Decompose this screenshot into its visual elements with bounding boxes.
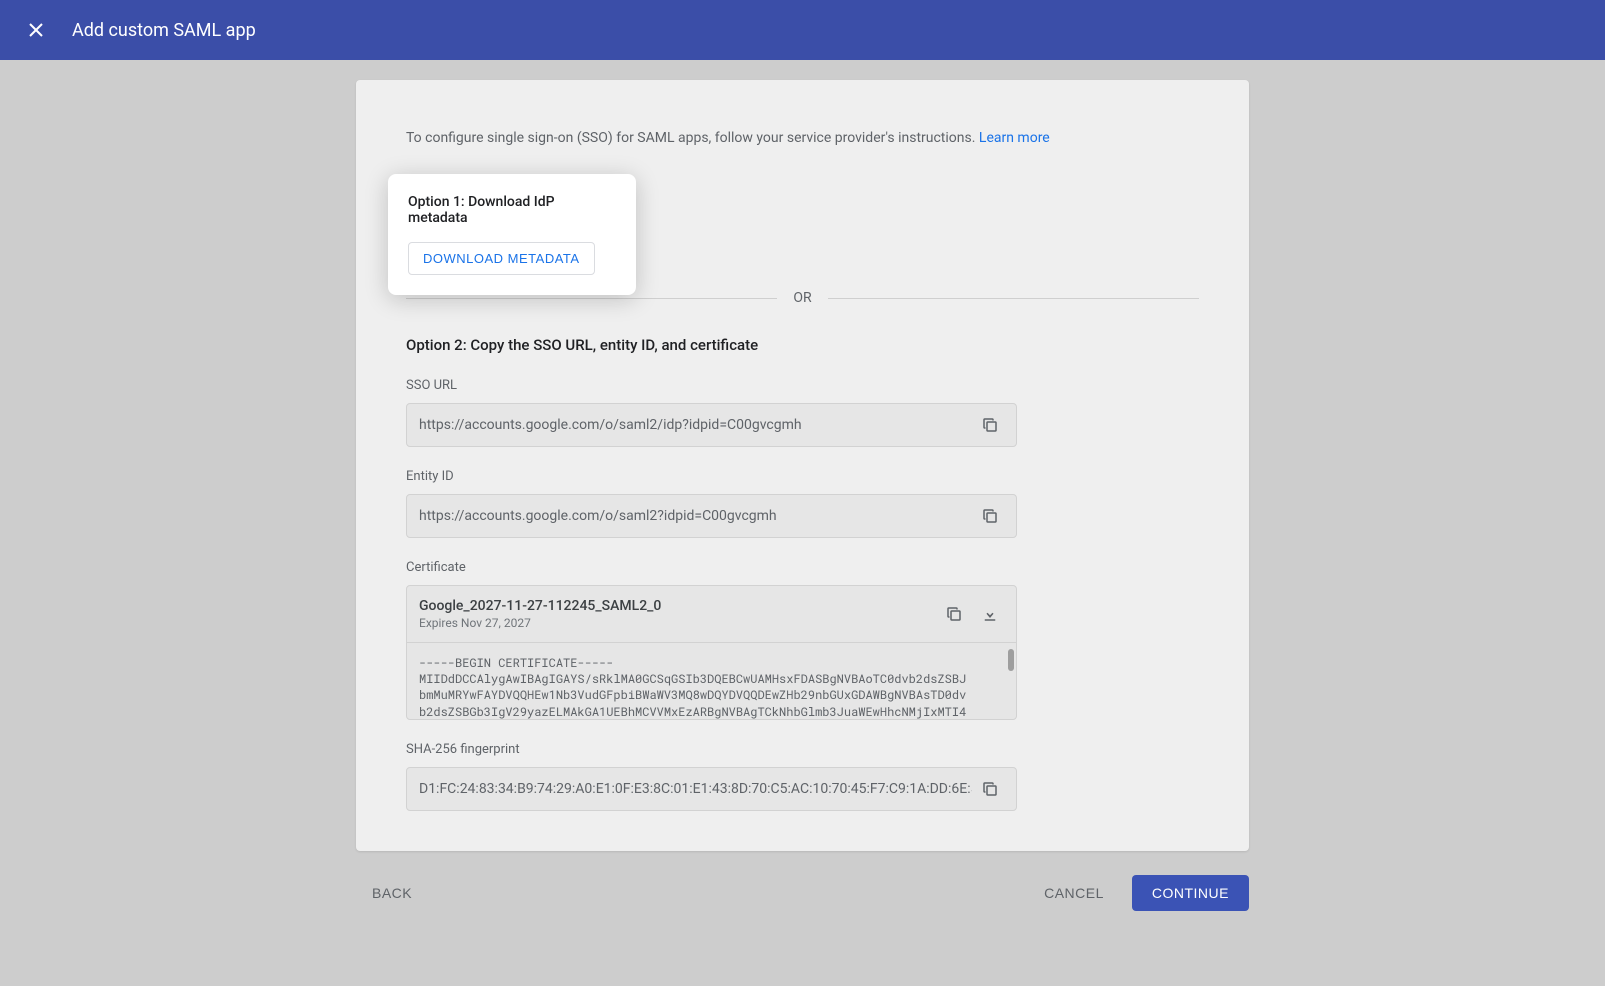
intro-text: To configure single sign-on (SSO) for SA… <box>406 130 1199 146</box>
certificate-text: -----BEGIN CERTIFICATE----- MIIDdDCCAlyg… <box>419 655 966 719</box>
copy-entity-id-button[interactable] <box>972 498 1008 534</box>
close-icon <box>28 22 44 38</box>
option1-popover: Option 1: Download IdP metadata DOWNLOAD… <box>388 174 636 295</box>
fingerprint-field: D1:FC:24:83:34:B9:74:29:A0:E1:0F:E3:8C:0… <box>406 767 1017 811</box>
app-header: Add custom SAML app <box>0 0 1605 60</box>
fingerprint-label: SHA-256 fingerprint <box>406 742 1199 757</box>
entity-id-label: Entity ID <box>406 469 1199 484</box>
divider-text: OR <box>777 290 827 306</box>
divider-line-right <box>828 298 1199 299</box>
option1-title: Option 1: Download IdP metadata <box>408 194 616 226</box>
download-metadata-button[interactable]: DOWNLOAD METADATA <box>408 242 595 275</box>
footer: BACK CANCEL CONTINUE <box>356 851 1249 935</box>
certificate-body[interactable]: -----BEGIN CERTIFICATE----- MIIDdDCCAlyg… <box>407 643 1016 719</box>
download-certificate-button[interactable] <box>972 596 1008 632</box>
sso-url-label: SSO URL <box>406 378 1199 393</box>
main-card: To configure single sign-on (SSO) for SA… <box>356 80 1249 851</box>
back-button[interactable]: BACK <box>356 877 428 909</box>
fingerprint-value: D1:FC:24:83:34:B9:74:29:A0:E1:0F:E3:8C:0… <box>419 781 972 797</box>
copy-certificate-button[interactable] <box>936 596 972 632</box>
sso-url-field: https://accounts.google.com/o/saml2/idp?… <box>406 403 1017 447</box>
copy-icon <box>945 605 963 623</box>
copy-icon <box>981 416 999 434</box>
certificate-box: Google_2027-11-27-112245_SAML2_0 Expires… <box>406 585 1017 720</box>
continue-button[interactable]: CONTINUE <box>1132 875 1249 911</box>
entity-id-field: https://accounts.google.com/o/saml2?idpi… <box>406 494 1017 538</box>
option2-title: Option 2: Copy the SSO URL, entity ID, a… <box>406 336 1199 354</box>
divider-line-left <box>406 298 777 299</box>
intro-body: To configure single sign-on (SSO) for SA… <box>406 130 979 146</box>
page-title: Add custom SAML app <box>72 20 256 41</box>
entity-id-value: https://accounts.google.com/o/saml2?idpi… <box>419 508 972 524</box>
content-area: To configure single sign-on (SSO) for SA… <box>0 60 1605 986</box>
certificate-label: Certificate <box>406 560 1199 575</box>
close-button[interactable] <box>20 14 52 46</box>
certificate-header-text: Google_2027-11-27-112245_SAML2_0 Expires… <box>419 598 936 630</box>
certificate-header: Google_2027-11-27-112245_SAML2_0 Expires… <box>407 586 1016 643</box>
learn-more-link[interactable]: Learn more <box>979 130 1050 146</box>
copy-icon <box>981 780 999 798</box>
certificate-name: Google_2027-11-27-112245_SAML2_0 <box>419 598 936 614</box>
copy-fingerprint-button[interactable] <box>972 771 1008 807</box>
copy-sso-url-button[interactable] <box>972 407 1008 443</box>
copy-icon <box>981 507 999 525</box>
scrollbar-thumb[interactable] <box>1008 649 1014 671</box>
cancel-button[interactable]: CANCEL <box>1028 877 1120 909</box>
sso-url-value: https://accounts.google.com/o/saml2/idp?… <box>419 417 972 433</box>
download-icon <box>981 605 999 623</box>
certificate-expires: Expires Nov 27, 2027 <box>419 616 936 630</box>
